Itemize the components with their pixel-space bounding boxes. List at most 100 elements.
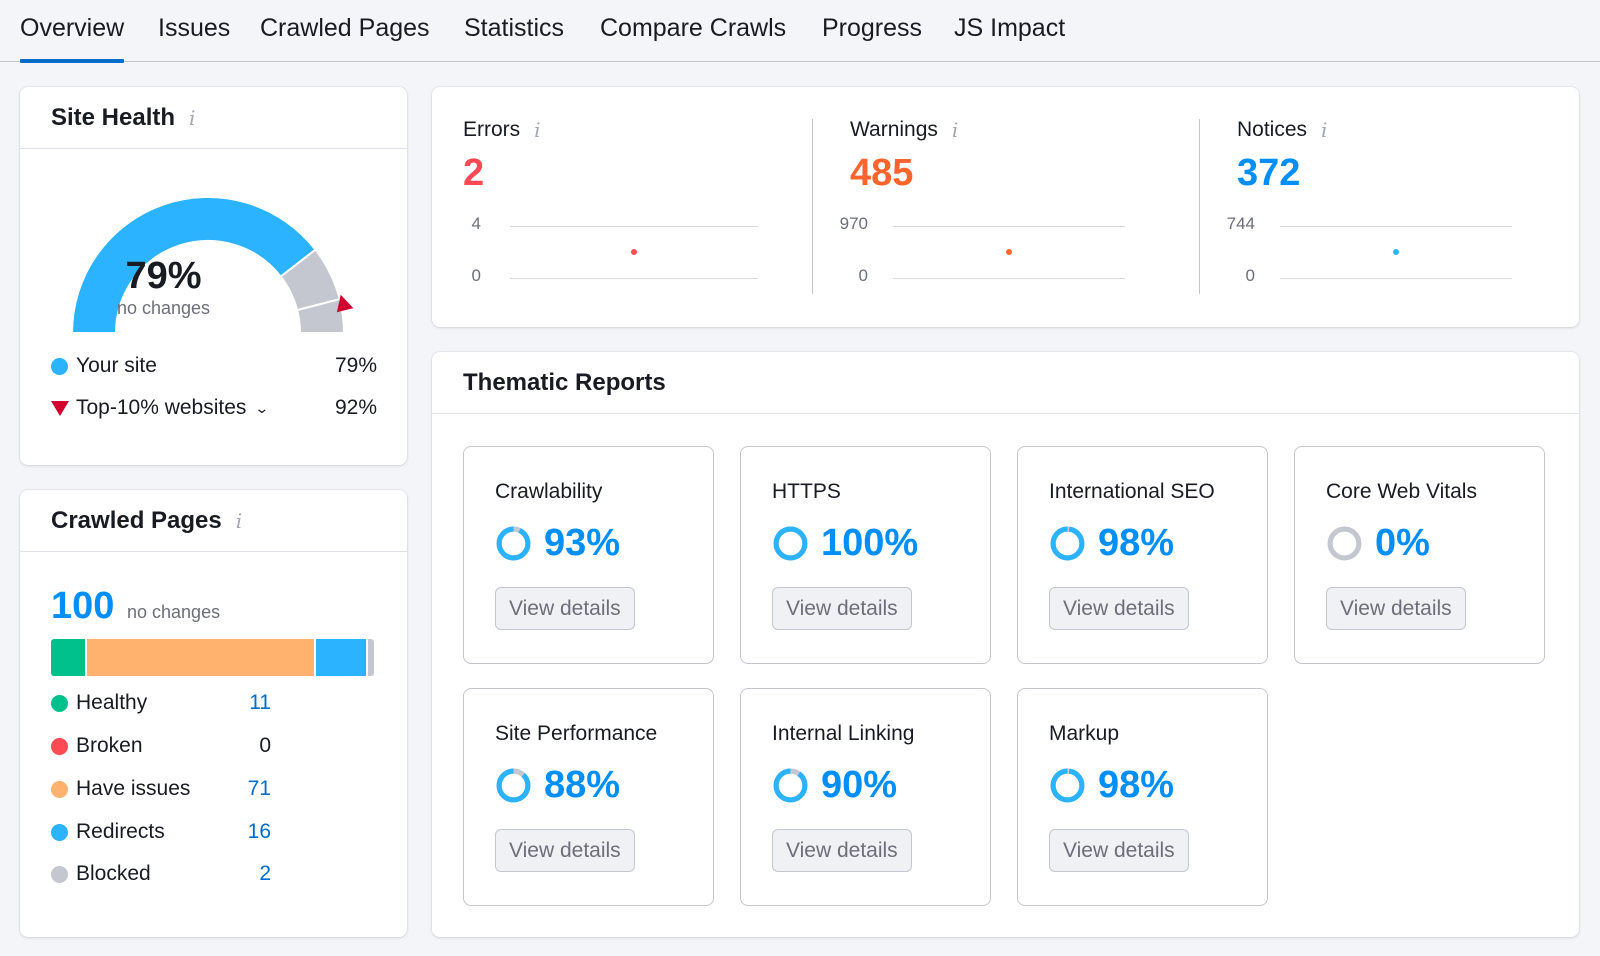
redirects-dot-icon <box>51 823 68 841</box>
red-triangle-marker-icon <box>51 400 69 416</box>
ring-fill <box>496 768 531 803</box>
info-icon[interactable]: i <box>952 118 958 142</box>
report-score: 98% <box>1049 522 1174 565</box>
warnings-axis-min: 0 <box>858 266 868 285</box>
row-label: Broken <box>76 734 143 757</box>
report-title: Crawlability <box>495 480 603 503</box>
healthy-count-link[interactable]: 11 <box>249 691 271 715</box>
ring-fill <box>1050 768 1085 803</box>
tab-crawled-pages[interactable]: Crawled Pages <box>260 14 430 43</box>
view-details-button[interactable]: View details <box>772 829 912 872</box>
view-details-button[interactable]: View details <box>495 587 635 630</box>
thematic-reports-title: Thematic Reports <box>463 368 666 396</box>
errors-data-point <box>631 249 637 255</box>
bar-segment-redirects[interactable] <box>315 639 368 676</box>
legend-value: 79% <box>334 354 377 377</box>
site-health-header: Site Health i <box>20 87 407 149</box>
tab-issues[interactable]: Issues <box>158 14 230 43</box>
blocked-count-link[interactable]: 2 <box>259 862 271 886</box>
report-score: 88% <box>495 764 620 807</box>
crawled-row-have-issues: Have issues 71 <box>51 776 271 802</box>
progress-ring-icon <box>773 768 808 803</box>
info-icon[interactable]: i <box>236 509 242 533</box>
bar-segment-healthy[interactable] <box>51 639 87 676</box>
crawled-pages-header: Crawled Pages i <box>20 490 407 552</box>
errors-axis-max: 4 <box>471 214 481 233</box>
ring-fill <box>1050 526 1085 561</box>
crawled-pages-change: no changes <box>127 602 221 622</box>
warnings-count[interactable]: 485 <box>850 152 913 195</box>
legend-label: Your site <box>76 354 157 377</box>
report-card-internal-linking: Internal Linking 90% View details <box>740 688 991 906</box>
row-label: Healthy <box>76 691 148 714</box>
bar-segment-blocked[interactable] <box>367 639 374 676</box>
crawled-row-broken: Broken 0 <box>51 733 271 759</box>
errors-grid-bottom <box>510 278 758 279</box>
errors-grid-top <box>510 226 758 227</box>
report-title: Site Performance <box>495 722 658 745</box>
progress-ring-icon <box>1327 526 1362 561</box>
site-health-score: 79% <box>125 255 202 297</box>
site-health-widget: Site Health i 79% no changes Your site 7… <box>20 87 407 465</box>
progress-ring-icon <box>496 768 531 803</box>
report-score-value: 90% <box>821 764 898 806</box>
report-tabs: Overview Issues Crawled Pages Statistics… <box>0 0 1600 63</box>
thematic-reports-widget: Thematic Reports Crawlability 93% View det… <box>432 352 1579 937</box>
crawled-pages-widget: Crawled Pages i 100 no changes Healthy 1… <box>20 490 407 937</box>
report-title: International SEO <box>1049 480 1215 503</box>
report-score-value: 88% <box>544 764 621 806</box>
errors-title: Errors <box>463 118 521 141</box>
report-score: 93% <box>495 522 620 565</box>
warnings-label: Warnings i <box>850 118 958 142</box>
tab-progress[interactable]: Progress <box>822 14 922 43</box>
crawled-row-healthy: Healthy 11 <box>51 690 271 716</box>
errors-axis-min: 0 <box>471 266 481 285</box>
tab-overview[interactable]: Overview <box>20 14 125 63</box>
info-icon[interactable]: i <box>1321 118 1327 142</box>
legend-top10: Top-10% websites ⌄ 92% <box>51 395 377 421</box>
redirects-count-link[interactable]: 16 <box>248 820 271 844</box>
bar-segment-have-issues[interactable] <box>86 639 316 676</box>
info-icon[interactable]: i <box>189 106 195 130</box>
warnings-title: Warnings <box>850 118 938 141</box>
warnings-grid-top <box>893 226 1125 227</box>
ring-fill <box>773 768 808 803</box>
errors-column: Errors i 2 4 0 <box>463 87 773 327</box>
broken-dot-icon <box>51 737 68 755</box>
report-card-markup: Markup 98% View details <box>1017 688 1268 906</box>
site-health-change: no changes <box>116 298 211 318</box>
blocked-dot-icon <box>51 865 68 883</box>
legend-label: Top-10% websites <box>76 396 247 419</box>
report-card-core-web-vitals: Core Web Vitals 0% View details <box>1294 446 1545 664</box>
report-title: Core Web Vitals <box>1326 480 1477 503</box>
errors-count[interactable]: 2 <box>463 152 484 195</box>
info-icon[interactable]: i <box>534 118 540 142</box>
report-card-crawlability: Crawlability 93% View details <box>463 446 714 664</box>
notices-grid-bottom <box>1280 278 1512 279</box>
ring-fill <box>496 526 531 561</box>
report-score: 90% <box>772 764 897 807</box>
view-details-button[interactable]: View details <box>772 587 912 630</box>
tab-js-impact[interactable]: JS Impact <box>954 14 1065 43</box>
report-card-site-performance: Site Performance 88% View details <box>463 688 714 906</box>
tab-statistics[interactable]: Statistics <box>464 14 564 43</box>
chevron-down-icon[interactable]: ⌄ <box>255 400 270 417</box>
progress-ring-icon <box>773 526 808 561</box>
report-score-value: 100% <box>821 522 919 564</box>
tab-compare-crawls[interactable]: Compare Crawls <box>600 14 786 43</box>
notices-axis-max: 744 <box>1226 214 1255 233</box>
report-score-value: 93% <box>544 522 621 564</box>
view-details-button[interactable]: View details <box>1049 587 1189 630</box>
notices-count[interactable]: 372 <box>1237 152 1300 195</box>
crawled-row-redirects: Redirects 16 <box>51 819 271 845</box>
view-details-button[interactable]: View details <box>495 829 635 872</box>
divider <box>812 119 813 294</box>
warnings-data-point <box>1006 249 1012 255</box>
have-issues-count-link[interactable]: 71 <box>248 777 271 801</box>
crawled-pages-total[interactable]: 100 <box>51 585 114 628</box>
broken-count: 0 <box>259 734 271 757</box>
notices-column: Notices i 372 744 0 <box>1227 87 1547 327</box>
crawled-pages-title: Crawled Pages <box>51 506 222 534</box>
view-details-button[interactable]: View details <box>1326 587 1466 630</box>
view-details-button[interactable]: View details <box>1049 829 1189 872</box>
